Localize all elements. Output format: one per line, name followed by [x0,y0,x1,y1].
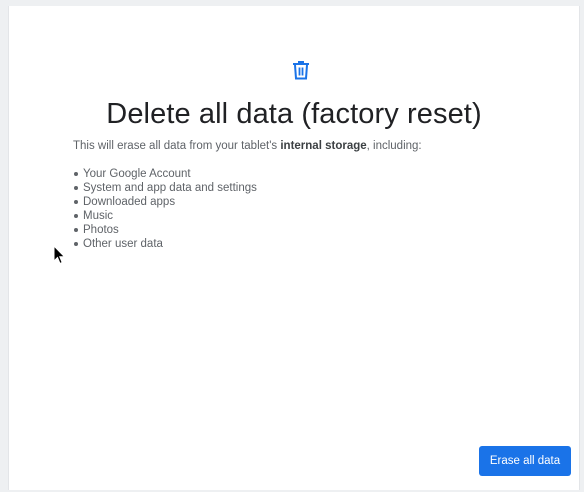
erase-all-data-button[interactable]: Erase all data [479,446,571,476]
list-item: Other user data [73,237,257,251]
bullet-icon [74,172,78,176]
page-title: Delete all data (factory reset) [106,98,482,130]
description-prefix: This will erase all data from your table… [73,140,281,152]
bullet-icon [74,186,78,190]
trash-icon [292,60,310,80]
list-item-label: Music [83,210,114,222]
list-item-label: Downloaded apps [83,196,176,208]
description-suffix: , including: [366,140,422,152]
bullet-icon [74,214,78,218]
bullet-icon [74,228,78,232]
mouse-cursor-icon [53,244,67,265]
description-emphasis: internal storage [280,140,367,152]
data-list: Your Google Account System and app data … [73,167,257,251]
list-item: Music [73,209,257,223]
list-item-label: Other user data [83,238,163,250]
bullet-icon [74,242,78,246]
list-item-label: Photos [83,224,119,236]
list-item: Photos [73,223,257,237]
list-item-label: Your Google Account [83,168,191,180]
list-item: Downloaded apps [73,195,257,209]
description-text: This will erase all data from your table… [73,140,422,152]
list-item-label: System and app data and settings [83,182,257,194]
list-item: Your Google Account [73,167,257,181]
bullet-icon [74,200,78,204]
list-item: System and app data and settings [73,181,257,195]
factory-reset-screen: Delete all data (factory reset) This wil… [8,6,580,490]
